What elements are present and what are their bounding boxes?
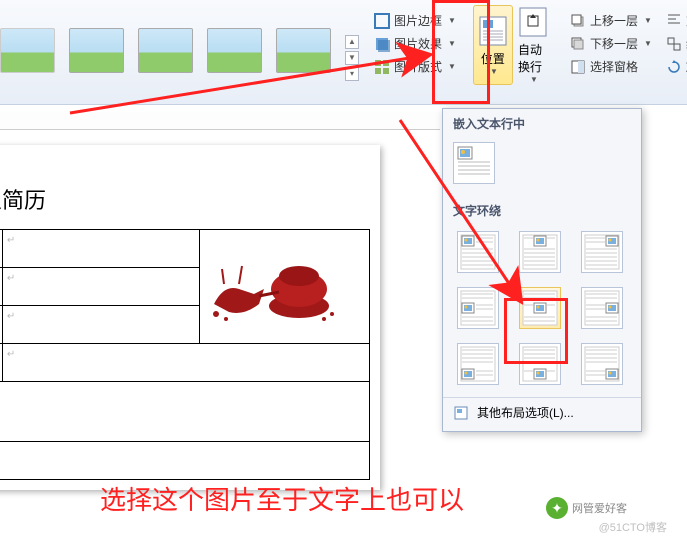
- style-thumb-4[interactable]: [207, 28, 262, 73]
- wrap-text-label: 自动换行: [518, 41, 548, 75]
- position-middle-center[interactable]: [519, 287, 561, 329]
- horizontal-ruler[interactable]: [0, 112, 440, 130]
- selection-pane-icon: [570, 59, 586, 75]
- position-button[interactable]: 位置 ▼: [473, 5, 513, 85]
- wechat-icon: ✦: [546, 497, 568, 519]
- dropdown-header-inline: 嵌入文本行中: [443, 109, 641, 136]
- gallery-scroll: ▲ ▼ ▾: [345, 20, 359, 81]
- table-cell[interactable]: [0, 442, 370, 480]
- align-icon: [666, 13, 682, 29]
- picture-border-icon: [374, 13, 390, 29]
- picture-layout-button[interactable]: 图片版式 ▼: [371, 57, 459, 76]
- dropdown-header-wrap: 文字环绕: [443, 196, 641, 223]
- more-layout-label: 其他布局选项(L)...: [477, 404, 574, 421]
- group-icon: [666, 36, 682, 52]
- picture-styles-gallery[interactable]: ▲ ▼ ▾: [0, 5, 367, 81]
- style-thumb-1[interactable]: [0, 28, 55, 73]
- table-cell[interactable]: ↵: [2, 268, 199, 306]
- group-button[interactable]: 组: [663, 34, 687, 53]
- chevron-down-icon: ▼: [644, 39, 652, 48]
- picture-effects-button[interactable]: 图片效果 ▼: [371, 34, 459, 53]
- rotate-button[interactable]: 旋: [663, 57, 687, 76]
- more-layout-options[interactable]: 其他布局选项(L)...: [443, 397, 641, 427]
- position-label: 位置: [481, 50, 505, 67]
- picture-layout-label: 图片版式: [394, 58, 442, 75]
- position-grid: [443, 223, 641, 397]
- gallery-down[interactable]: ▼: [345, 51, 359, 65]
- position-inline-option[interactable]: [453, 142, 495, 184]
- chevron-down-icon: ▼: [490, 67, 498, 76]
- send-backward-label: 下移一层: [590, 35, 638, 52]
- table-cell[interactable]: ↵: [2, 230, 199, 268]
- arrange-group: 上移一层 ▼ 下移一层 ▼ 选择窗格: [563, 5, 659, 82]
- position-top-right[interactable]: [581, 231, 623, 273]
- resume-table[interactable]: ↵ ↵: [0, 229, 370, 480]
- picture-layout-icon: [374, 59, 390, 75]
- arrange-group-2: 对 组 旋: [659, 5, 687, 82]
- style-thumb-5[interactable]: [276, 28, 331, 73]
- wrap-text-button[interactable]: 自动换行 ▼: [513, 5, 553, 85]
- position-middle-left[interactable]: [457, 287, 499, 329]
- watermark-logo-text: 网管爱好客: [572, 500, 627, 516]
- position-dropdown: 嵌入文本行中 文字环绕: [442, 108, 642, 432]
- picture-border-button[interactable]: 图片边框 ▼: [371, 11, 459, 30]
- selection-pane-button[interactable]: 选择窗格: [567, 57, 655, 76]
- bring-forward-button[interactable]: 上移一层 ▼: [567, 11, 655, 30]
- gallery-up[interactable]: ▲: [345, 35, 359, 49]
- document-title: 人简历: [0, 175, 370, 229]
- table-cell[interactable]: [0, 382, 370, 442]
- selection-pane-label: 选择窗格: [590, 58, 638, 75]
- send-backward-icon: [570, 36, 586, 52]
- picture-border-label: 图片边框: [394, 12, 442, 29]
- gallery-more[interactable]: ▾: [345, 67, 359, 81]
- style-thumb-3[interactable]: [138, 28, 193, 73]
- chevron-down-icon: ▼: [448, 16, 456, 25]
- position-icon: [478, 15, 508, 47]
- watermark-logo: ✦ 网管爱好客: [546, 497, 627, 519]
- table-cell[interactable]: ↵: [2, 344, 369, 382]
- chevron-down-icon: ▼: [448, 62, 456, 71]
- send-backward-button[interactable]: 下移一层 ▼: [567, 34, 655, 53]
- bring-forward-icon: [570, 13, 586, 29]
- watermark-credit: @51CTO博客: [599, 519, 667, 535]
- picture-effects-icon: [374, 36, 390, 52]
- picture-effects-label: 图片效果: [394, 35, 442, 52]
- position-middle-right[interactable]: [581, 287, 623, 329]
- position-bottom-left[interactable]: [457, 343, 499, 385]
- table-cell[interactable]: ↵: [2, 306, 199, 344]
- style-thumb-2[interactable]: [69, 28, 124, 73]
- wrap-text-icon: [518, 6, 548, 38]
- align-button[interactable]: 对: [663, 11, 687, 30]
- document-page[interactable]: 人简历 ↵ ↵: [0, 145, 380, 490]
- ribbon: ▲ ▼ ▾ 图片边框 ▼ 图片效果 ▼ 图片版式 ▼: [0, 0, 687, 105]
- rotate-icon: [666, 59, 682, 75]
- image-cell[interactable]: [200, 230, 370, 344]
- layout-options-icon: [453, 405, 469, 421]
- chevron-down-icon: ▼: [530, 75, 538, 84]
- bring-forward-label: 上移一层: [590, 12, 638, 29]
- position-top-left[interactable]: [457, 231, 499, 273]
- position-bottom-right[interactable]: [581, 343, 623, 385]
- annotation-text: 选择这个图片至于文字上也可以: [100, 480, 464, 517]
- document-area: 人简历 ↵ ↵: [0, 145, 400, 490]
- position-top-center[interactable]: [519, 231, 561, 273]
- position-bottom-center[interactable]: [519, 343, 561, 385]
- inserted-picture[interactable]: [204, 234, 339, 334]
- picture-adjust-group: 图片边框 ▼ 图片效果 ▼ 图片版式 ▼: [367, 5, 463, 82]
- chevron-down-icon: ▼: [644, 16, 652, 25]
- chevron-down-icon: ▼: [448, 39, 456, 48]
